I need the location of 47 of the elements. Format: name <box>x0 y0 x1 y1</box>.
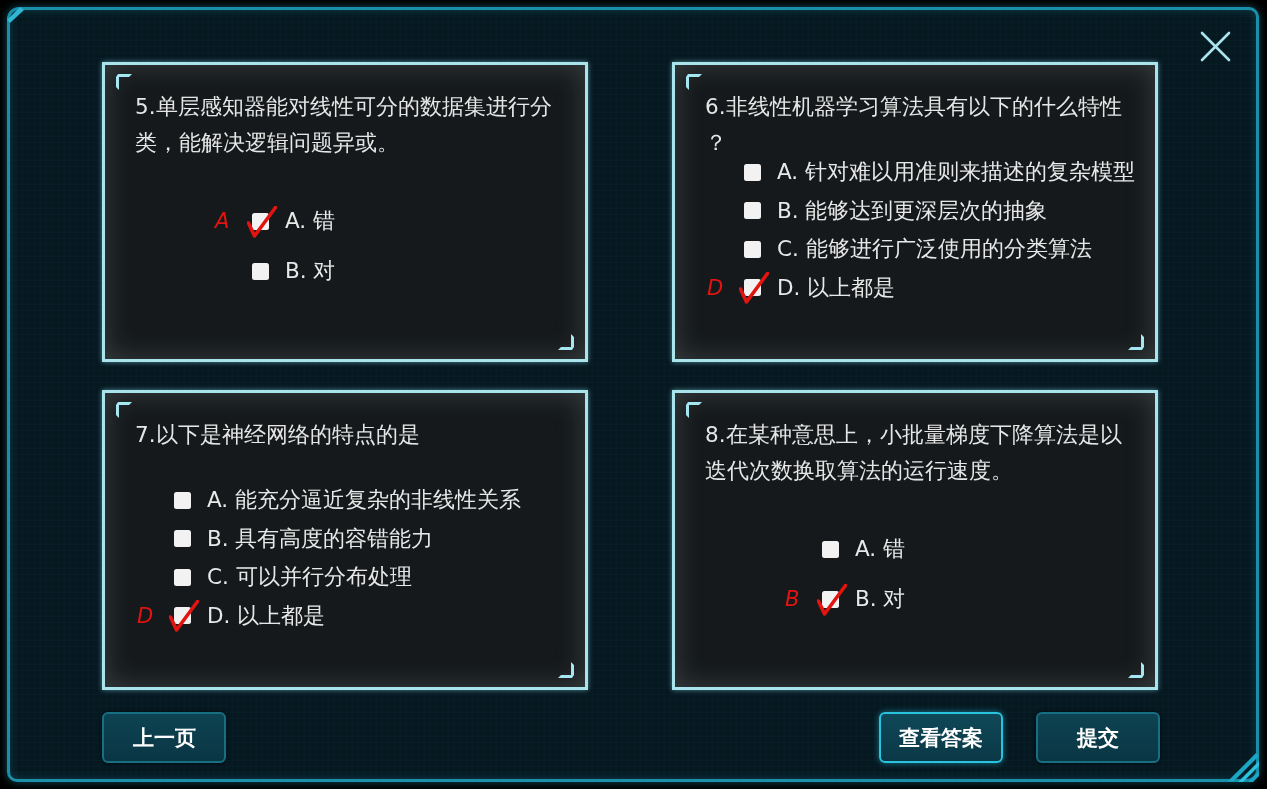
footer-button[interactable]: 提交 <box>1036 712 1160 763</box>
question-text: 7.以下是神经网络的特点的是 <box>135 421 421 449</box>
corner-accent-icon <box>6 6 24 24</box>
corner-bracket-icon <box>686 402 702 418</box>
corner-bracket-icon <box>116 402 132 418</box>
option-label: B. 对 <box>855 585 906 613</box>
close-button[interactable] <box>1200 31 1231 62</box>
option-label: D. 以上都是 <box>207 601 326 630</box>
option-label: A. 错 <box>285 207 335 235</box>
option-label: C. 能够进行广泛使用的分类算法 <box>777 235 1092 264</box>
option-label: B. 能够达到更深层次的抽象 <box>777 196 1048 225</box>
option-label: C. 可以并行分布处理 <box>207 563 412 592</box>
option-label: A. 错 <box>855 535 905 563</box>
checkbox[interactable] <box>744 202 761 220</box>
checkbox[interactable] <box>822 540 839 558</box>
answer-letter: B <box>785 587 800 611</box>
checkbox[interactable] <box>739 272 769 305</box>
answer-letter: A <box>215 209 230 233</box>
option-label: D. 以上都是 <box>777 273 896 302</box>
checkbox[interactable] <box>817 583 847 616</box>
footer-button[interactable]: 上一页 <box>102 712 226 763</box>
question-text: 5.单层感知器能对线性可分的数据集进行分类，能解决逻辑问题异或。 <box>135 93 553 157</box>
question-text: 8.在某种意思上，小批量梯度下降算法是以迭代次数换取算法的运行速度。 <box>705 421 1123 485</box>
checkbox[interactable] <box>744 240 761 258</box>
option-label: B. 对 <box>285 257 336 285</box>
corner-bracket-icon <box>686 74 702 90</box>
checkbox[interactable] <box>744 163 761 181</box>
answer-letter: D <box>137 603 154 628</box>
footer-button[interactable]: 查看答案 <box>879 712 1003 763</box>
corner-bracket-icon <box>558 662 574 678</box>
checkbox[interactable] <box>252 262 269 280</box>
close-icon <box>1200 31 1231 62</box>
option-label: A. 针对难以用准则来描述的复杂模型 <box>777 158 1135 187</box>
checkbox[interactable] <box>169 600 199 633</box>
checkbox[interactable] <box>174 530 191 548</box>
option-label: A. 能充分逼近复杂的非线性关系 <box>207 486 521 515</box>
question-text: 6.非线性机器学习算法具有以下的什么特性？ <box>705 93 1123 157</box>
corner-accent-icon <box>1226 751 1260 783</box>
corner-bracket-icon <box>116 74 132 90</box>
checkbox[interactable] <box>174 568 191 586</box>
answer-letter: D <box>707 275 724 300</box>
checkbox[interactable] <box>247 205 277 238</box>
corner-bracket-icon <box>1128 662 1144 678</box>
corner-bracket-icon <box>558 334 574 350</box>
checkbox[interactable] <box>174 491 191 509</box>
corner-bracket-icon <box>1128 334 1144 350</box>
option-label: B. 具有高度的容错能力 <box>207 524 434 553</box>
